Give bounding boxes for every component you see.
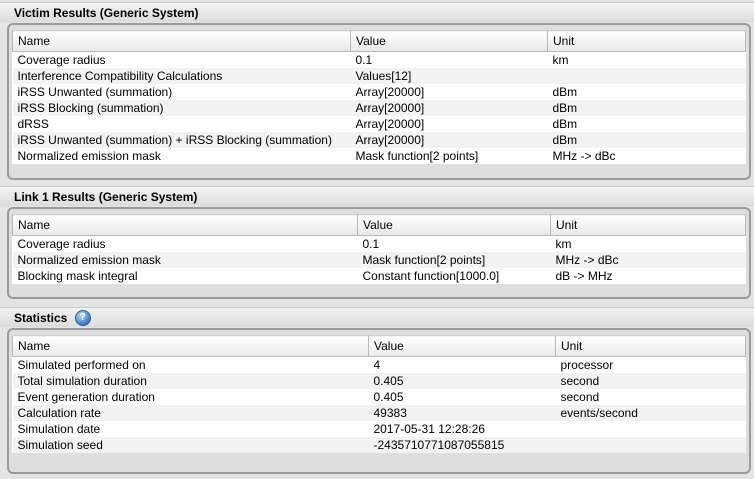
cell-name: Simulated performed on <box>17 358 146 372</box>
cell-unit: km <box>552 53 569 67</box>
cell-value: Mask function[2 points] <box>357 252 551 268</box>
cell-value: 0.405 <box>368 373 556 389</box>
cell-value: Values[12] <box>350 68 548 84</box>
table-row[interactable]: Simulated performed on 4 processor <box>13 357 746 374</box>
cell-unit: km <box>555 237 572 251</box>
cell-value: Mask function[2 points] <box>355 149 479 163</box>
link1-section-header[interactable]: Link 1 Results (Generic System) <box>0 186 754 206</box>
cell-unit: dBm <box>552 117 578 131</box>
statistics-table-body: Simulated performed on 4 processor Total si… <box>12 357 746 453</box>
cell-value: Array[20000] <box>355 85 425 99</box>
table-row[interactable]: dRSS Array[20000] dBm <box>13 116 746 132</box>
table-row[interactable]: Calculation rate 49383 events/second <box>12 405 746 421</box>
table-row[interactable]: Blocking mask integral Constant function[… <box>13 268 746 284</box>
cell-unit: events/second <box>555 405 746 421</box>
cell-unit: processor <box>560 358 614 372</box>
cell-name: Coverage radius <box>17 237 106 251</box>
cell-value: 0.1 <box>355 53 373 67</box>
table-row[interactable]: Coverage radius 0.1 km <box>13 236 746 253</box>
cell-unit: MHz -> dBc <box>550 252 746 268</box>
victim-results-table: Name Value Unit Coverage radius 0.1 km Inte… <box>12 30 746 164</box>
table-row[interactable]: Normalized emission mask Mask function[2 … <box>13 148 746 164</box>
column-header-unit[interactable]: Unit <box>547 30 746 52</box>
cell-value: 0.1 <box>362 237 380 251</box>
cell-value: 4 <box>373 358 381 372</box>
cell-name: Total simulation duration <box>12 373 369 389</box>
cell-name: Simulation seed <box>12 437 369 453</box>
cell-value: 0.405 <box>373 390 404 404</box>
cell-name: Calculation rate <box>12 405 369 421</box>
column-header-unit[interactable]: Unit <box>555 335 746 357</box>
cell-unit: dBm <box>547 132 746 148</box>
statistics-table: Name Value Unit Simulated performed on 4 p… <box>12 335 746 453</box>
cell-name: iRSS Unwanted (summation) <box>17 85 173 99</box>
column-header-unit[interactable]: Unit <box>550 214 746 236</box>
statistics-section-title: Statistics <box>14 311 68 325</box>
cell-name: Blocking mask integral <box>17 269 138 283</box>
cell-unit <box>555 437 746 453</box>
cell-value: Array[20000] <box>355 117 425 131</box>
column-header-name[interactable]: Name <box>12 30 351 52</box>
help-icon[interactable]: ? <box>74 309 91 326</box>
table-row[interactable]: Total simulation duration 0.405 second <box>12 373 746 389</box>
victim-results-panel: Name Value Unit Coverage radius 0.1 km Inte… <box>7 23 751 180</box>
statistics-panel: Name Value Unit Simulated performed on 4 p… <box>7 328 751 474</box>
table-header-row: Name Value Unit <box>12 214 746 236</box>
cell-unit <box>547 68 746 84</box>
table-row[interactable]: iRSS Blocking (summation) Array[20000] dBm <box>12 100 746 116</box>
column-header-name[interactable]: Name <box>12 214 358 236</box>
statistics-section-header[interactable]: Statistics ? <box>0 307 754 327</box>
table-header-row: Name Value Unit <box>12 30 746 52</box>
link1-results-panel: Name Value Unit Coverage radius 0.1 km Norm… <box>7 207 751 299</box>
cell-name: iRSS Unwanted (summation) + iRSS Blockin… <box>12 132 351 148</box>
cell-name: Interference Compatibility Calculations <box>12 68 351 84</box>
table-row[interactable]: Coverage radius 0.1 km <box>13 52 746 69</box>
cell-unit: dB -> MHz <box>555 269 613 283</box>
table-row[interactable]: iRSS Unwanted (summation) + iRSS Blockin… <box>12 132 746 148</box>
table-row[interactable]: Simulation seed -2435710771087055815 <box>12 437 746 453</box>
table-header-row: Name Value Unit <box>12 335 746 357</box>
cell-name: Coverage radius <box>17 53 106 67</box>
victim-section-title: Victim Results (Generic System) <box>14 6 199 20</box>
victim-table-body: Coverage radius 0.1 km Interference Compati… <box>12 52 746 165</box>
cell-unit <box>556 421 746 437</box>
cell-value: Array[20000] <box>350 132 548 148</box>
cell-value: -2435710771087055815 <box>368 437 556 453</box>
cell-name: Event generation duration <box>17 390 155 404</box>
cell-value: 49383 <box>368 405 556 421</box>
link1-table-body: Coverage radius 0.1 km Normalized emission … <box>12 236 746 285</box>
column-header-value[interactable]: Value <box>350 30 548 52</box>
victim-section-header[interactable]: Victim Results (Generic System) <box>0 2 754 22</box>
cell-name: Simulation date <box>17 422 101 436</box>
results-page: Victim Results (Generic System) Name Val… <box>0 0 754 479</box>
cell-value: 2017-05-31 12:28:26 <box>373 422 485 436</box>
table-row[interactable]: Simulation date 2017-05-31 12:28:26 <box>13 421 746 437</box>
column-header-value[interactable]: Value <box>368 335 556 357</box>
column-header-name[interactable]: Name <box>12 335 369 357</box>
cell-value: Constant function[1000.0] <box>362 269 500 283</box>
cell-unit: second <box>555 373 746 389</box>
cell-unit: MHz -> dBc <box>552 149 616 163</box>
table-row[interactable]: Normalized emission mask Mask function[2 … <box>12 252 746 268</box>
column-header-value[interactable]: Value <box>357 214 551 236</box>
cell-name: Normalized emission mask <box>12 252 358 268</box>
link1-results-table: Name Value Unit Coverage radius 0.1 km Norm… <box>12 214 746 284</box>
cell-name: iRSS Blocking (summation) <box>12 100 351 116</box>
cell-value: Array[20000] <box>350 100 548 116</box>
cell-unit: second <box>560 390 600 404</box>
cell-unit: dBm <box>547 100 746 116</box>
link1-section-title: Link 1 Results (Generic System) <box>14 190 198 204</box>
cell-name: dRSS <box>17 117 49 131</box>
table-row[interactable]: Interference Compatibility Calculations V… <box>12 68 746 84</box>
table-row[interactable]: Event generation duration 0.405 second <box>13 389 746 405</box>
cell-name: Normalized emission mask <box>17 149 161 163</box>
table-row[interactable]: iRSS Unwanted (summation) Array[20000] dBm <box>13 84 746 100</box>
cell-unit: dBm <box>552 85 578 99</box>
